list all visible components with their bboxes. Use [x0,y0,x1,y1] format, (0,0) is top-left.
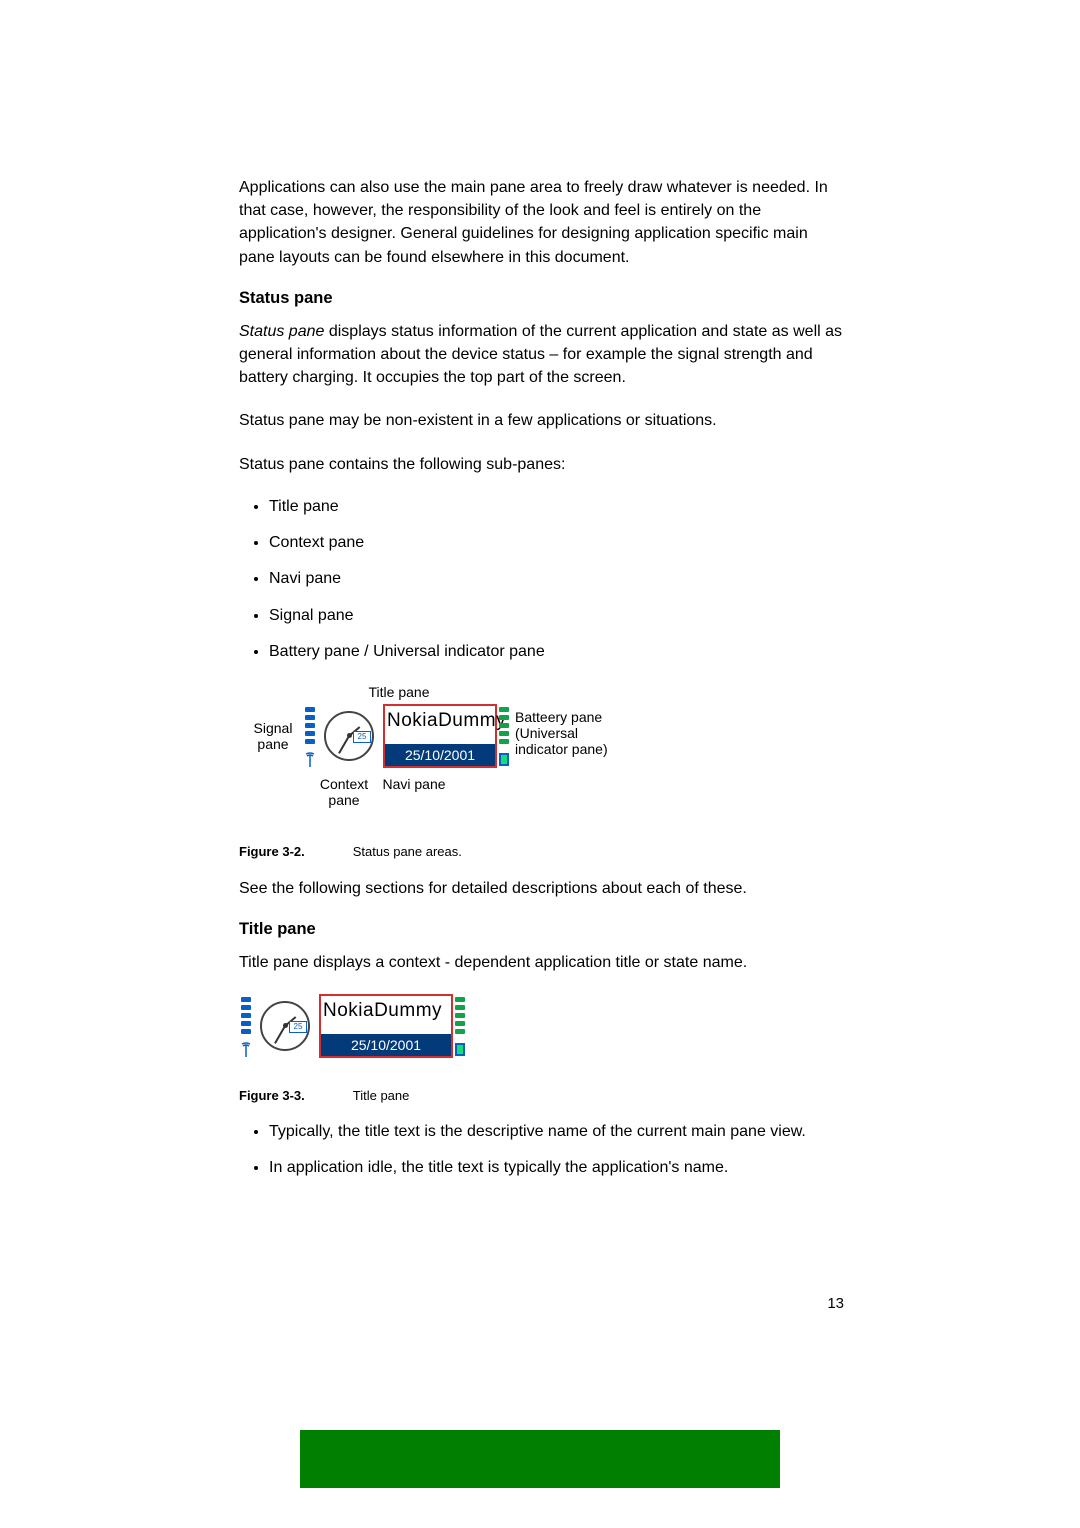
intro-paragraph: Applications can also use the main pane … [239,176,842,269]
label-battery-pane: Batteery pane (Universal indicator pane) [515,709,655,757]
title-text: NokiaDummy [323,1000,449,1022]
figure-3-2: Title pane Signal pane Batteery pane (Un… [239,684,659,814]
status-pane-diagram: 25 NokiaDummy 25/10/2001 [303,704,511,768]
list-item: Title pane [269,496,842,518]
center-area: 25 NokiaDummy 25/10/2001 [317,704,497,768]
figure-caption-text: Status pane areas. [353,844,462,859]
clock-date-badge: 25 [353,731,371,743]
figure-3-2-caption: Figure 3-2. Status pane areas. [239,844,842,859]
clock-icon: 25 [324,711,374,761]
figure-3-3-caption: Figure 3-3. Title pane [239,1088,842,1103]
navi-pane-text: 25/10/2001 [385,744,495,766]
navi-pane-text: 25/10/2001 [321,1034,451,1056]
battery-pane-icon [453,994,467,1058]
list-item: In application idle, the title text is t… [269,1157,842,1179]
signal-pane-icon [303,704,317,768]
italic-lead: Status pane [239,323,324,340]
list-item: Context pane [269,532,842,554]
figure-number: Figure 3-3. [239,1088,305,1103]
signal-pane-icon [239,994,253,1058]
status-pane-para-2: Status pane may be non-existent in a few… [239,409,842,432]
status-pane-heading: Status pane [239,289,842,308]
context-pane-icon: 25 [317,704,381,768]
figure-3-3: 25 NokiaDummy 25/10/2001 [239,994,467,1058]
list-item: Signal pane [269,605,842,627]
status-pane-para-1: Status pane displays status information … [239,320,842,390]
antenna-icon [239,1042,253,1058]
context-pane-icon: 25 [253,994,317,1058]
clock-icon: 25 [260,1001,310,1051]
label-context-pane: Context pane [309,776,379,808]
document-page: Applications can also use the main pane … [0,0,1080,1528]
title-pane-area: NokiaDummy 25/10/2001 [383,704,497,768]
title-pane-heading: Title pane [239,920,842,939]
after-fig32-para: See the following sections for detailed … [239,877,842,900]
title-pane-area: NokiaDummy 25/10/2001 [319,994,453,1058]
status-pane-bullets: Title pane Context pane Navi pane Signal… [239,496,842,664]
antenna-icon [303,752,317,768]
status-pane-para-3: Status pane contains the following sub-p… [239,453,842,476]
page-number: 13 [827,1295,844,1312]
footer-bar [300,1430,780,1488]
list-item: Navi pane [269,568,842,590]
label-title-pane: Title pane [359,684,439,700]
battery-icon [499,753,509,766]
content-column: Applications can also use the main pane … [239,176,842,1200]
label-navi-pane: Navi pane [379,776,449,792]
title-pane-para: Title pane displays a context - dependen… [239,951,842,974]
list-item: Battery pane / Universal indicator pane [269,641,842,663]
center-area: 25 NokiaDummy 25/10/2001 [253,994,453,1058]
title-text: NokiaDummy [387,710,493,732]
battery-icon [455,1043,465,1056]
list-item: Typically, the title text is the descrip… [269,1121,842,1143]
figure-caption-text: Title pane [353,1088,410,1103]
figure-number: Figure 3-2. [239,844,305,859]
title-pane-bullets: Typically, the title text is the descrip… [239,1121,842,1180]
para1-rest: displays status information of the curre… [239,323,842,386]
label-signal-pane: Signal pane [243,720,303,752]
battery-pane-icon [497,704,511,768]
clock-date-badge: 25 [289,1021,307,1033]
